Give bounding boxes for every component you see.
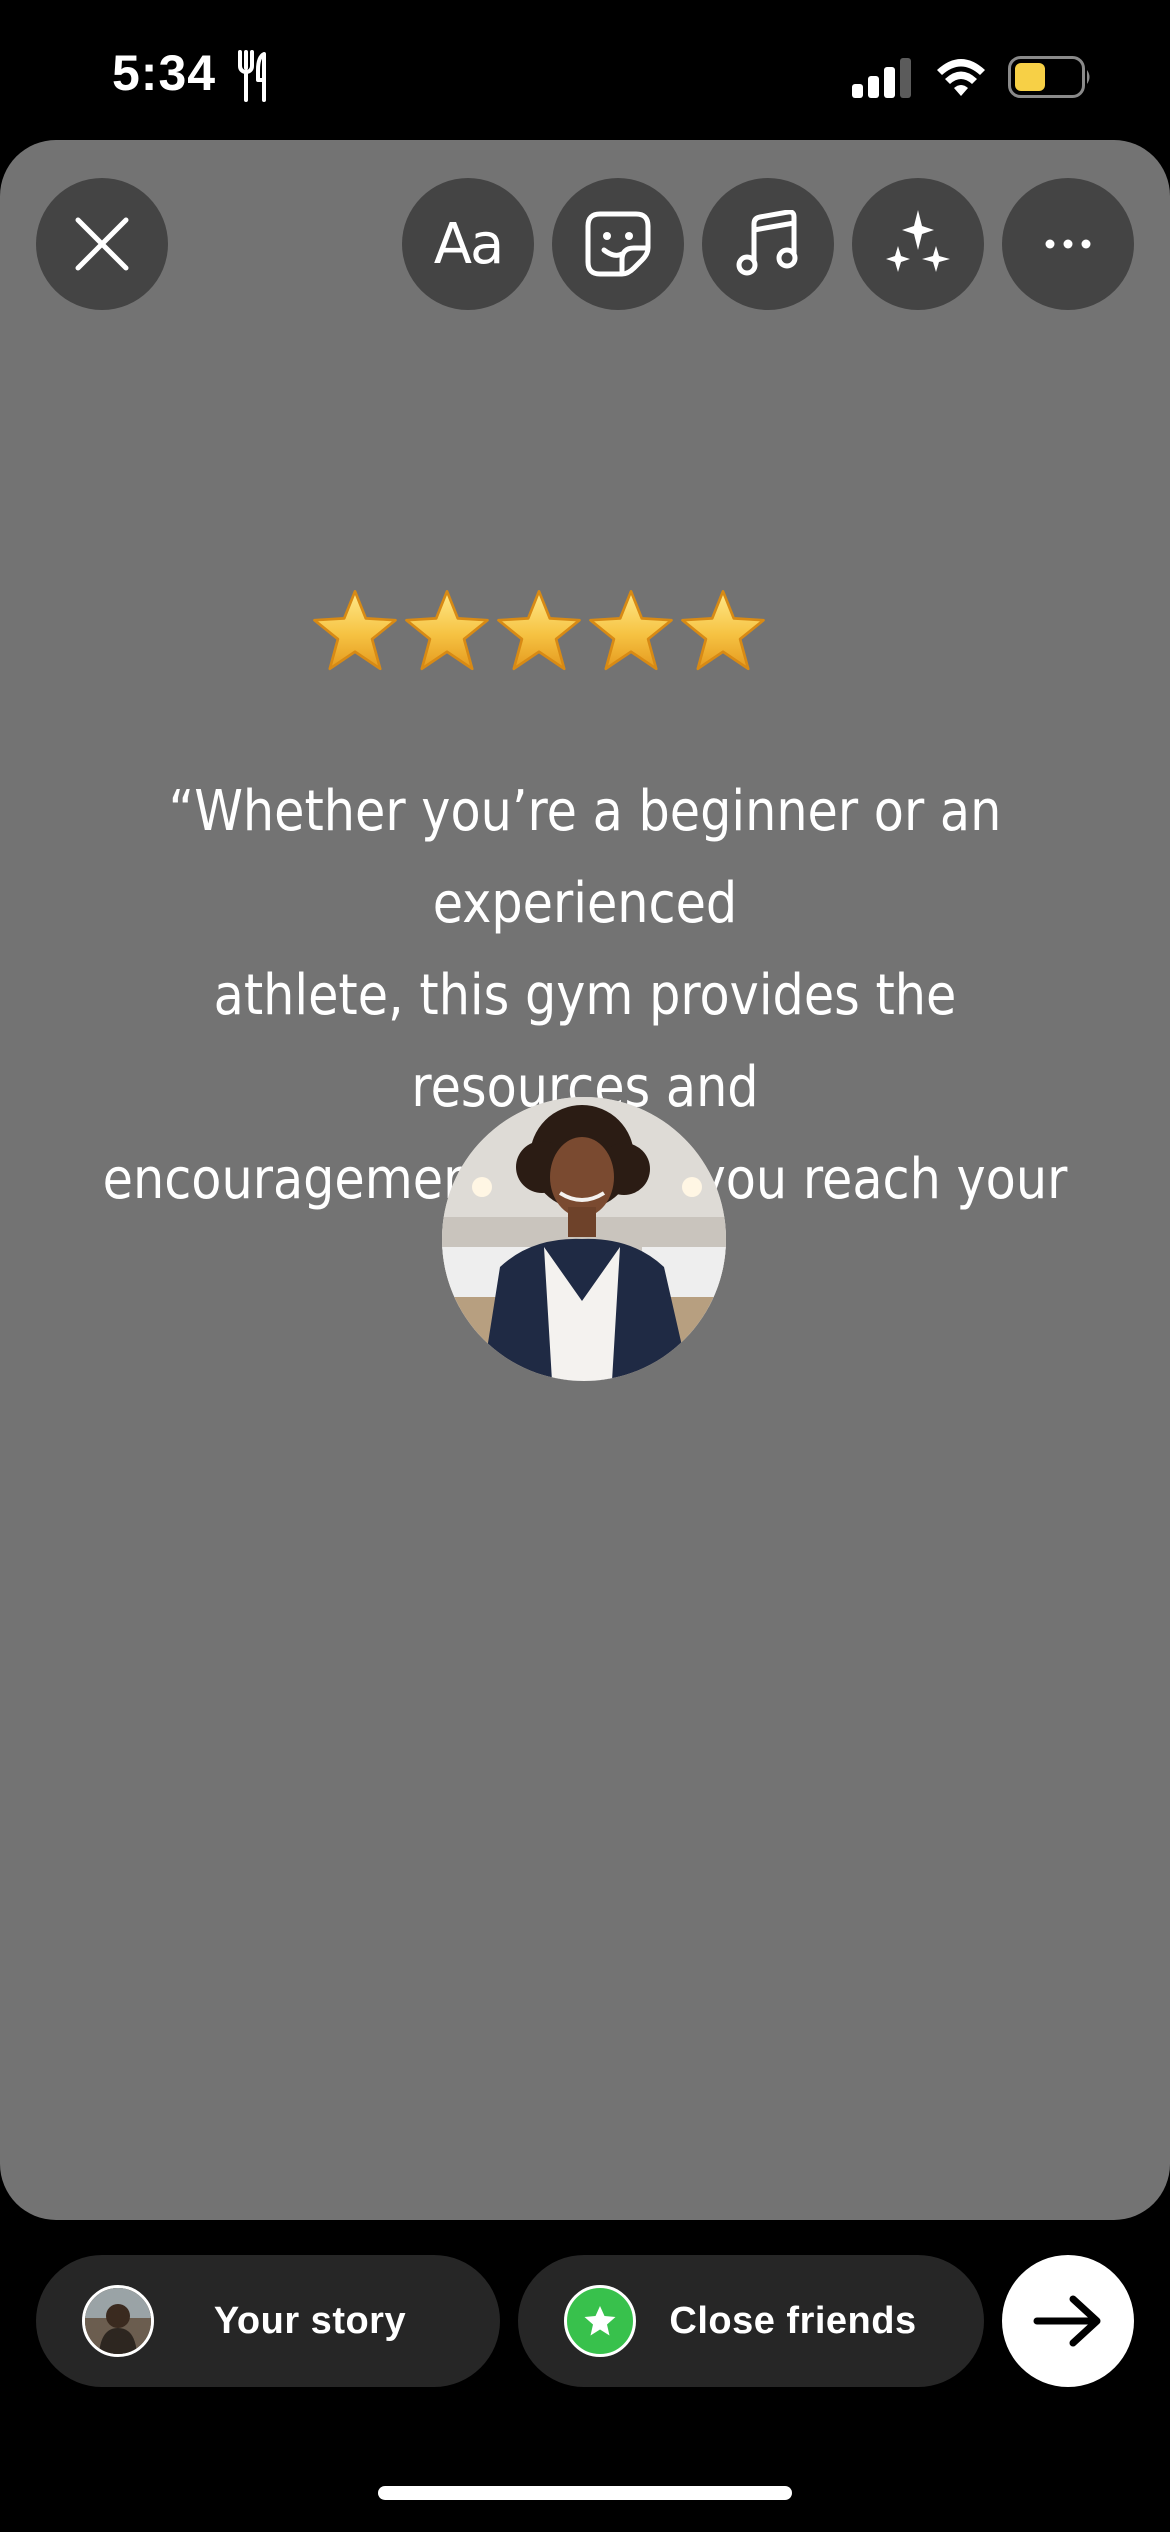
story-canvas[interactable]: Aa “Whether you’re a beginner or an expe… [0, 140, 1170, 2220]
more-icon [1045, 239, 1091, 249]
sticker-icon [585, 211, 651, 277]
effects-button[interactable] [852, 178, 984, 310]
cellular-signal-icon [852, 58, 911, 98]
status-time: 5:34 [112, 45, 217, 101]
close-friends-button[interactable]: Close friends [518, 2255, 984, 2387]
more-options-button[interactable] [1002, 178, 1134, 310]
star-icon [589, 590, 673, 671]
star-rating[interactable] [310, 585, 770, 685]
star-icon [681, 590, 765, 671]
status-bar: 5:34 [0, 0, 1170, 140]
music-note-icon [736, 210, 798, 276]
portrait-illustration [442, 1097, 726, 1381]
sparkles-icon [886, 210, 950, 272]
share-next-button[interactable] [1002, 2255, 1134, 2387]
quote-line: “Whether you’re a beginner or an experie… [168, 779, 1002, 936]
your-story-label: Your story [213, 2299, 407, 2342]
star-icon [313, 590, 397, 671]
battery-icon [1008, 56, 1090, 98]
home-indicator[interactable] [378, 2486, 792, 2500]
close-button[interactable] [36, 178, 168, 310]
fork-knife-icon [238, 50, 266, 102]
sticker-button[interactable] [552, 178, 684, 310]
text-tool-button[interactable]: Aa [402, 178, 534, 310]
your-story-button[interactable]: Your story [36, 2255, 500, 2387]
arrow-right-icon [1033, 2295, 1101, 2347]
music-button[interactable] [702, 178, 834, 310]
close-friends-label: Close friends [669, 2299, 917, 2342]
star-icon [405, 590, 489, 671]
close-icon [75, 217, 129, 271]
star-icon [497, 590, 581, 671]
text-tool-label: Aa [433, 211, 505, 277]
portrait-photo[interactable] [442, 1097, 726, 1381]
wifi-icon [937, 59, 985, 96]
